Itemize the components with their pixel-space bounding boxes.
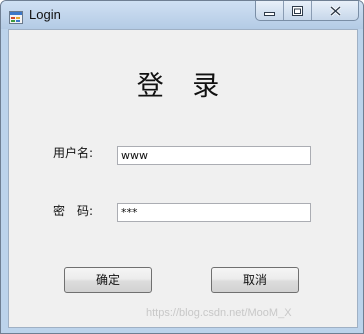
confirm-button[interactable]: 确定 [64, 267, 152, 293]
window-title: Login [29, 7, 61, 22]
title-bar[interactable]: Login [1, 1, 363, 29]
password-field[interactable] [117, 203, 311, 222]
password-label: 密 码: [53, 204, 94, 218]
windows-form-icon [9, 9, 23, 24]
minimize-button[interactable] [256, 1, 284, 20]
close-button[interactable] [312, 1, 358, 20]
form-client-area: 登 录 用户名: 密 码: 确定 取消 [8, 29, 358, 328]
username-label: 用户名: [53, 146, 94, 160]
cancel-button[interactable]: 取消 [211, 267, 299, 293]
page-title: 登 录 [136, 71, 230, 102]
close-icon [329, 1, 341, 20]
minimize-icon [264, 1, 275, 20]
watermark: https://blog.csdn.net/MooM_X [146, 307, 292, 319]
maximize-icon [292, 1, 303, 20]
login-window: Login 登 录 用户名: 密 码: 确定 [0, 0, 364, 334]
username-field[interactable] [117, 146, 311, 165]
window-controls [255, 1, 359, 21]
maximize-button[interactable] [284, 1, 312, 20]
